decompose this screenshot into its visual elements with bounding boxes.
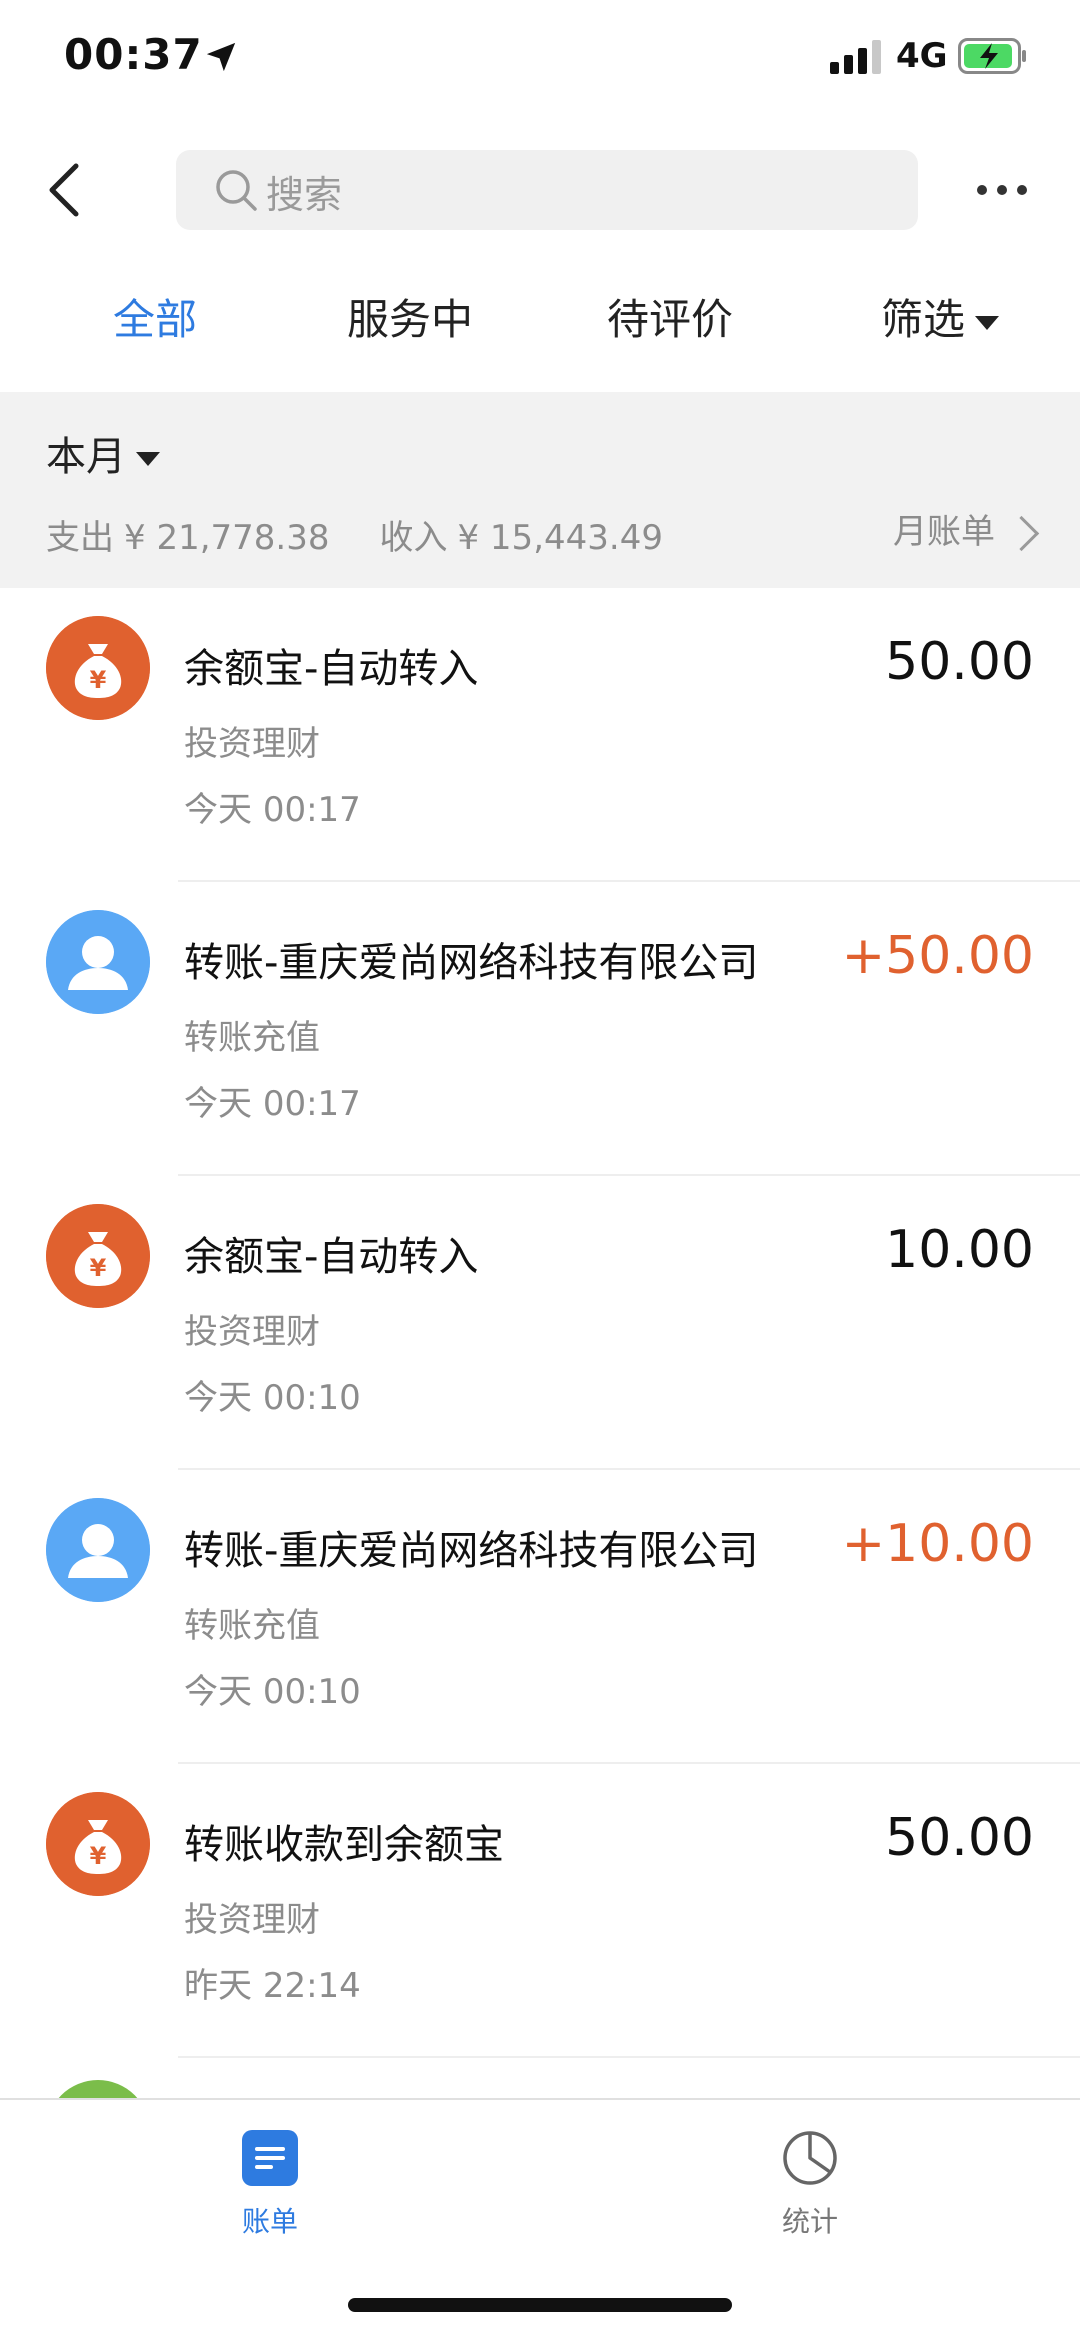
more-options-icon[interactable] xyxy=(960,160,1050,220)
money-bag-icon: ¥ xyxy=(46,616,150,720)
tab-bill-label: 账单 xyxy=(241,2205,298,2238)
svg-text:¥: ¥ xyxy=(90,666,107,694)
income-label: 收入 xyxy=(379,518,448,558)
transaction-row[interactable]: ¥ 余额宝-自动转入 投资理财 今天 00:17 50.00 xyxy=(0,588,1080,882)
caret-down-icon xyxy=(975,315,999,330)
expense-label: 支出 xyxy=(46,518,114,558)
transaction-category: 投资理财 xyxy=(184,724,320,764)
transaction-time: 今天 00:10 xyxy=(184,1378,361,1418)
money-bag-icon: ¥ xyxy=(46,1204,150,1308)
transaction-row[interactable]: ¥ 余额宝-自动转入 投资理财 今天 00:10 10.00 xyxy=(0,1176,1080,1470)
network-type: 4G xyxy=(896,36,948,76)
battery-charging-icon xyxy=(958,38,1026,74)
chevron-right-icon xyxy=(1003,515,1040,552)
month-label: 本月 xyxy=(46,434,126,480)
transaction-amount: +10.00 xyxy=(841,1514,1034,1574)
row-divider xyxy=(178,2056,1080,2058)
user-avatar-icon xyxy=(46,1498,150,1602)
transaction-time: 今天 00:10 xyxy=(184,1672,361,1712)
expense-value: ¥ 21,778.38 xyxy=(124,518,330,558)
transaction-amount: 50.00 xyxy=(885,632,1034,692)
summary-totals: 支出 ¥ 21,778.38 收入 ¥ 15,443.49 xyxy=(46,510,673,559)
transaction-amount: +50.00 xyxy=(841,926,1034,986)
location-arrow-icon xyxy=(206,42,236,72)
monthly-bill-link[interactable]: 月账单 xyxy=(893,504,1040,553)
user-avatar-icon xyxy=(46,910,150,1014)
tab-stats-label: 统计 xyxy=(781,2205,838,2238)
tab-pending-review[interactable]: 待评价 xyxy=(590,270,750,380)
transaction-title: 余额宝-自动转入 xyxy=(184,1234,479,1280)
month-selector[interactable]: 本月 xyxy=(46,424,160,482)
transaction-title: 转账-重庆爱尚网络科技有限公司 xyxy=(184,1528,759,1574)
transaction-time: 今天 00:17 xyxy=(184,1084,361,1124)
transaction-row[interactable]: ¥ 转账收款到余额宝 投资理财 昨天 22:14 50.00 xyxy=(0,1764,1080,2058)
transaction-title: 转账-重庆爱尚网络科技有限公司 xyxy=(184,940,759,986)
pie-chart-icon xyxy=(783,2131,837,2185)
tab-stats[interactable]: 统计 xyxy=(760,2130,860,2250)
transaction-category: 转账充值 xyxy=(184,1018,320,1058)
caret-down-icon xyxy=(136,452,160,466)
month-summary: 本月 支出 ¥ 21,778.38 收入 ¥ 15,443.49 月账单 xyxy=(0,392,1080,588)
income-value: ¥ 15,443.49 xyxy=(457,518,663,558)
transaction-category: 转账充值 xyxy=(184,1606,320,1646)
tab-bill[interactable]: 账单 xyxy=(220,2130,320,2250)
svg-text:¥: ¥ xyxy=(90,1254,107,1282)
back-button[interactable] xyxy=(30,150,100,230)
status-time: 00:37 xyxy=(64,30,203,79)
home-indicator[interactable] xyxy=(348,2298,732,2312)
search-placeholder: 搜索 xyxy=(266,173,343,217)
transaction-title: 余额宝-自动转入 xyxy=(184,646,479,692)
money-bag-icon: ¥ xyxy=(46,1792,150,1896)
transaction-time: 昨天 22:14 xyxy=(184,1966,361,2006)
search-input[interactable]: 搜索 xyxy=(176,150,918,230)
filter-tabs: 全部 服务中 待评价 筛选 xyxy=(0,270,1080,380)
monthly-bill-label: 月账单 xyxy=(893,512,995,552)
transaction-category: 投资理财 xyxy=(184,1900,320,1940)
filter-label: 筛选 xyxy=(880,295,965,344)
bill-list-icon xyxy=(242,2130,298,2186)
svg-text:¥: ¥ xyxy=(90,1842,107,1870)
transaction-time: 今天 00:17 xyxy=(184,790,361,830)
transaction-list: ¥ 余额宝-自动转入 投资理财 今天 00:17 50.00 转账-重庆爱尚网络… xyxy=(0,588,1080,2058)
tab-filter[interactable]: 筛选 xyxy=(860,270,1020,380)
transaction-title: 转账收款到余额宝 xyxy=(184,1822,504,1868)
status-bar: 00:37 4G xyxy=(0,0,1080,120)
tab-all[interactable]: 全部 xyxy=(80,270,230,380)
transaction-category: 投资理财 xyxy=(184,1312,320,1352)
signal-strength-icon xyxy=(830,40,881,74)
transaction-row[interactable]: 转账-重庆爱尚网络科技有限公司 转账充值 今天 00:17 +50.00 xyxy=(0,882,1080,1176)
tab-in-service[interactable]: 服务中 xyxy=(330,270,490,380)
transaction-amount: 10.00 xyxy=(885,1220,1034,1280)
transaction-row[interactable]: 转账-重庆爱尚网络科技有限公司 转账充值 今天 00:10 +10.00 xyxy=(0,1470,1080,1764)
transaction-amount: 50.00 xyxy=(885,1808,1034,1868)
search-icon xyxy=(216,170,257,211)
